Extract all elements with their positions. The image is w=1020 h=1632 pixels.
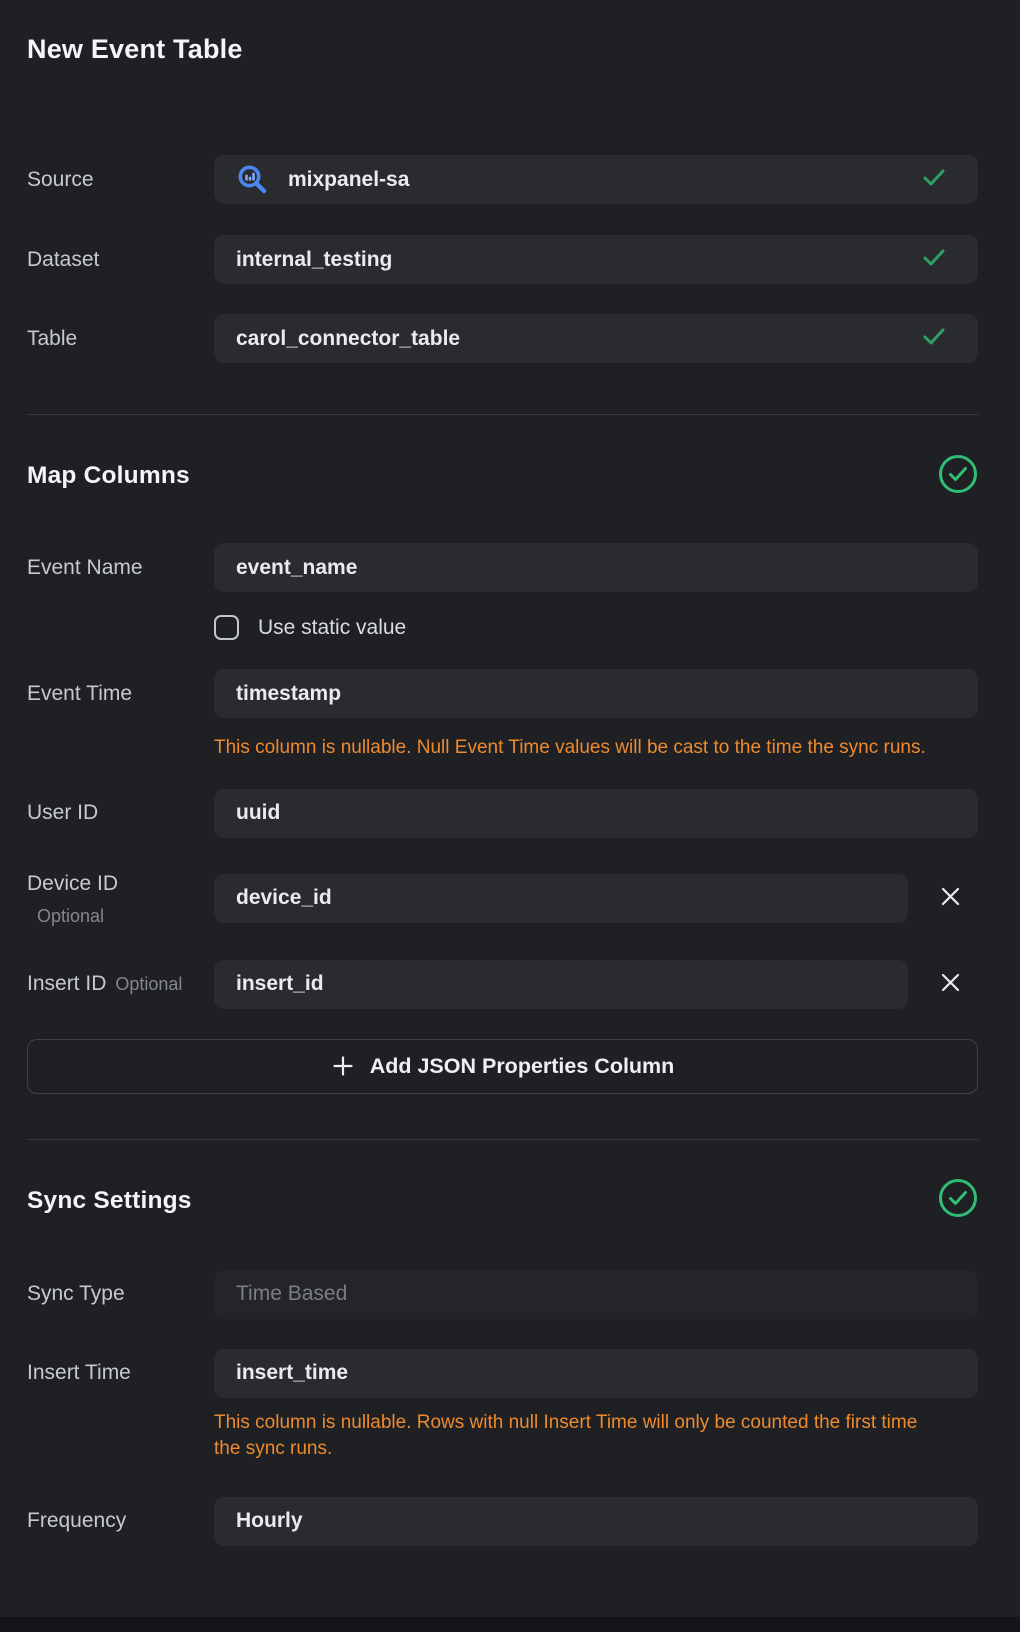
user-id-select[interactable]: uuid: [214, 789, 978, 838]
event-name-label: Event Name: [27, 556, 214, 580]
user-id-label: User ID: [27, 801, 214, 825]
sync-type-field: Time Based: [214, 1270, 978, 1319]
source-value: mixpanel-sa: [288, 168, 409, 192]
frequency-select[interactable]: Hourly: [214, 1497, 978, 1546]
valid-check-icon: [920, 243, 948, 277]
table-label: Table: [27, 327, 214, 351]
source-row: Source mixpanel-sa: [27, 155, 978, 204]
dataset-select[interactable]: internal_testing: [214, 235, 978, 284]
source-label: Source: [27, 168, 214, 192]
valid-check-icon: [920, 163, 948, 197]
insert-id-label-group: Insert ID Optional: [27, 972, 214, 996]
section-complete-icon: [938, 1178, 978, 1223]
frequency-label: Frequency: [27, 1509, 214, 1533]
event-time-select[interactable]: timestamp: [214, 669, 978, 718]
event-name-row: Event Name event_name: [27, 543, 978, 592]
use-static-value-checkbox[interactable]: [214, 615, 239, 640]
insert-id-optional-tag: Optional: [115, 974, 182, 994]
section-divider: [27, 1139, 978, 1140]
table-row: Table carol_connector_table: [27, 314, 978, 363]
dataset-row: Dataset internal_testing: [27, 235, 978, 284]
event-time-label: Event Time: [27, 682, 214, 706]
insert-id-remove-button[interactable]: [922, 960, 978, 1009]
sync-type-value: Time Based: [236, 1282, 347, 1306]
dataset-label: Dataset: [27, 248, 214, 272]
event-name-value: event_name: [236, 556, 357, 580]
new-event-table-panel: New Event Table Source mixpanel-sa Datas…: [0, 0, 1020, 1632]
use-static-value-row: Use static value: [214, 615, 978, 640]
insert-time-select[interactable]: insert_time: [214, 1349, 978, 1398]
insert-time-value: insert_time: [236, 1361, 348, 1385]
event-name-select[interactable]: event_name: [214, 543, 978, 592]
event-time-row: Event Time timestamp: [27, 669, 978, 718]
map-columns-heading: Map Columns: [27, 462, 190, 490]
sync-type-row: Sync Type Time Based: [27, 1270, 978, 1319]
frequency-row: Frequency Hourly: [27, 1497, 978, 1546]
table-value: carol_connector_table: [236, 327, 460, 351]
event-time-nullable-warning: This column is nullable. Null Event Time…: [214, 735, 930, 762]
dataset-value: internal_testing: [236, 248, 392, 272]
device-id-remove-button[interactable]: [922, 874, 978, 923]
add-json-properties-column-label: Add JSON Properties Column: [370, 1054, 675, 1079]
device-id-value: device_id: [236, 886, 332, 910]
table-select[interactable]: carol_connector_table: [214, 314, 978, 363]
close-icon: [939, 885, 962, 911]
add-json-properties-column-button[interactable]: Add JSON Properties Column: [27, 1039, 978, 1094]
section-divider: [27, 414, 978, 415]
source-select[interactable]: mixpanel-sa: [214, 155, 978, 204]
map-columns-header: Map Columns: [27, 455, 978, 497]
bottom-edge-strip: [0, 1617, 1020, 1632]
insert-time-nullable-warning: This column is nullable. Rows with null …: [214, 1410, 930, 1463]
page-title: New Event Table: [27, 0, 978, 67]
device-id-select[interactable]: device_id: [214, 874, 908, 923]
user-id-value: uuid: [236, 801, 280, 825]
device-id-row: Device ID Optional device_id: [27, 874, 978, 927]
event-time-value: timestamp: [236, 682, 341, 706]
valid-check-icon: [920, 322, 948, 356]
insert-time-label: Insert Time: [27, 1361, 214, 1385]
sync-settings-heading: Sync Settings: [27, 1187, 192, 1215]
plus-icon: [331, 1054, 355, 1078]
insert-id-select[interactable]: insert_id: [214, 960, 908, 1009]
insert-id-row: Insert ID Optional insert_id: [27, 960, 978, 1009]
sync-settings-header: Sync Settings: [27, 1180, 978, 1222]
device-id-label: Device ID: [27, 871, 214, 897]
insert-id-value: insert_id: [236, 972, 324, 996]
device-id-optional-tag: Optional: [37, 905, 214, 927]
insert-time-row: Insert Time insert_time: [27, 1349, 978, 1398]
use-static-value-label: Use static value: [258, 616, 406, 640]
section-complete-icon: [938, 454, 978, 499]
close-icon: [939, 971, 962, 997]
insert-id-label: Insert ID: [27, 972, 106, 995]
user-id-row: User ID uuid: [27, 789, 978, 838]
device-id-label-group: Device ID Optional: [27, 874, 214, 927]
bigquery-connector-icon: [236, 163, 269, 196]
frequency-value: Hourly: [236, 1509, 303, 1533]
sync-type-label: Sync Type: [27, 1282, 214, 1306]
